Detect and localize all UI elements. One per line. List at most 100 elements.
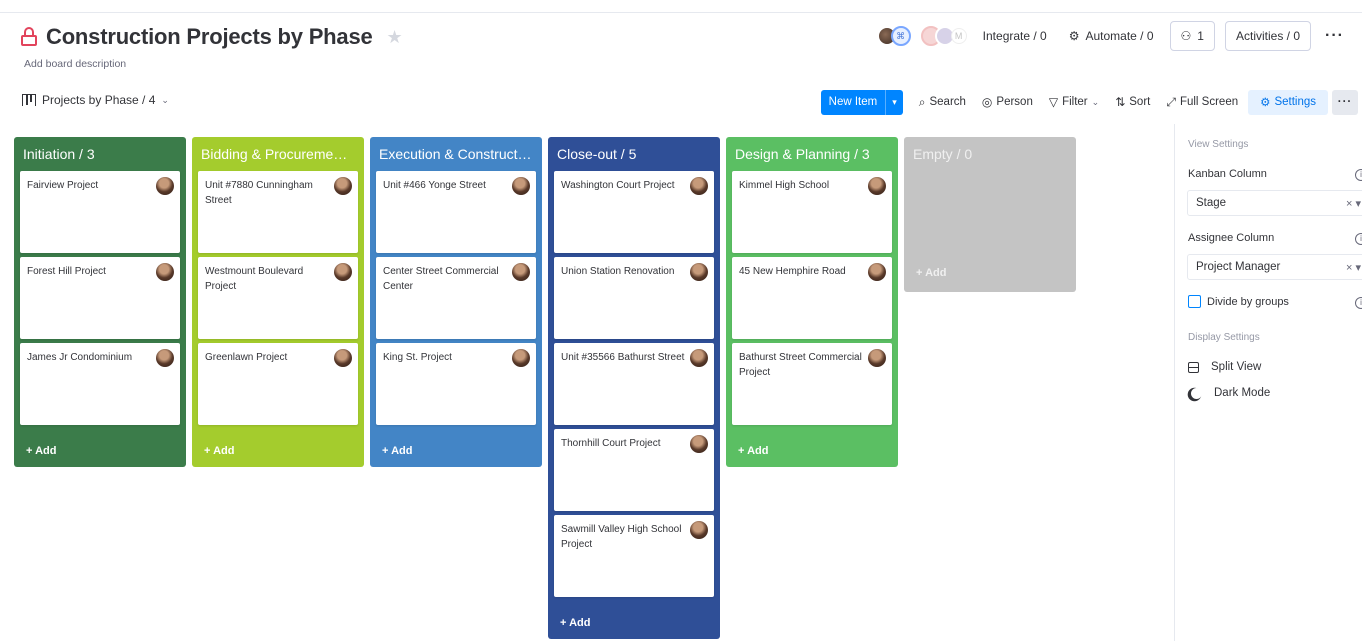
assignee-avatar[interactable] [512,177,530,195]
activities-label: Activities / 0 [1235,29,1301,43]
board-title[interactable]: Construction Projects by Phase [46,24,373,50]
kanban-column-select[interactable]: Stage × ▾ [1187,190,1362,216]
column-title[interactable]: Close-out / 5 [548,137,720,169]
subscribers[interactable]: M [920,26,967,46]
info-icon[interactable]: i [1355,297,1362,309]
add-item-button[interactable]: + Add [738,445,768,457]
assignee-avatar[interactable] [690,177,708,195]
card-title: Sawmill Valley High School Project [561,524,682,550]
kanban-card[interactable]: Kimmel High School [732,171,892,253]
kanban-card[interactable]: Union Station Renovation [554,257,714,339]
assignee-column-select[interactable]: Project Manager × ▾ [1187,254,1362,280]
add-item-button[interactable]: + Add [916,267,946,279]
kanban-card[interactable]: Forest Hill Project [20,257,180,339]
board-owners[interactable]: ⌘ [876,26,911,46]
board-description[interactable]: Add board description [24,58,126,70]
clear-icon[interactable]: × ▾ [1346,261,1361,274]
search-button[interactable]: ⌕ Search [913,90,972,115]
kanban-card[interactable]: King St. Project [376,343,536,425]
chevron-down-icon: ⌄ [161,94,169,105]
filter-button[interactable]: ▽ Filter ⌄ [1043,90,1105,115]
add-item-button[interactable]: + Add [26,445,56,457]
kanban-card[interactable]: Westmount Boulevard Project [198,257,358,339]
divide-by-groups-row[interactable]: Divide by groups [1188,295,1289,308]
dark-mode-option[interactable]: Dark Mode [1188,387,1270,399]
card-title: Forest Hill Project [27,266,106,277]
expand-icon: ⤢ [1166,94,1176,109]
add-item-button[interactable]: + Add [382,445,412,457]
card-title: Unit #35566 Bathurst Street [561,352,685,363]
star-icon[interactable]: ★ [387,27,403,48]
activities-button[interactable]: Activities / 0 [1224,21,1312,51]
assignee-avatar[interactable] [334,263,352,281]
automate-button[interactable]: ⚙ Automate / 0 [1063,21,1160,51]
person-icon: ◎ [981,95,993,109]
assignee-avatar[interactable] [690,435,708,453]
column-title[interactable]: Empty / 0 [904,137,1076,169]
kanban-card[interactable]: Unit #7880 Cunningham Street [198,171,358,253]
assignee-avatar[interactable] [334,349,352,367]
kanban-column: Close-out / 5 Washington Court Project Uni… [548,137,720,639]
add-item-button[interactable]: + Add [204,445,234,457]
clear-icon[interactable]: × ▾ [1346,197,1361,210]
kanban-card[interactable]: Bathurst Street Commercial Project [732,343,892,425]
sort-button[interactable]: ⇅ Sort [1109,90,1156,115]
card-title: Bathurst Street Commercial Project [739,352,862,378]
new-item-label: New Item [828,96,878,108]
assignee-avatar[interactable] [156,177,174,195]
kanban-column: Empty / 0 + Add [904,137,1076,292]
assignee-avatar[interactable] [156,263,174,281]
kanban-column: Design & Planning / 3 Kimmel High School 4… [726,137,898,467]
assignee-avatar[interactable] [868,177,886,195]
toolbar-more-icon[interactable]: ··· [1332,89,1358,115]
card-title: Unit #466 Yonge Street [383,180,486,191]
search-icon: ⌕ [918,94,926,109]
kanban-card[interactable]: Greenlawn Project [198,343,358,425]
chevron-down-icon[interactable]: ▾ [885,89,903,115]
kanban-card[interactable]: Unit #466 Yonge Street [376,171,536,253]
settings-button[interactable]: ⚙ Settings [1248,89,1328,115]
view-label: Projects by Phase / 4 [42,93,156,107]
kanban-card[interactable]: Fairview Project [20,171,180,253]
column-title[interactable]: Execution & Construction / 3 [370,137,542,169]
filter-icon: ▽ [1048,95,1059,109]
info-icon[interactable]: i [1355,233,1362,245]
assignee-avatar[interactable] [690,521,708,539]
assignee-avatar[interactable] [690,349,708,367]
add-item-button[interactable]: + Add [560,617,590,629]
card-title: Thornhill Court Project [561,438,661,449]
assignee-avatar[interactable] [334,177,352,195]
kanban-card[interactable]: Sawmill Valley High School Project [554,515,714,597]
split-view-option[interactable]: Split View [1188,361,1261,373]
full-screen-button[interactable]: ⤢ Full Screen [1160,90,1244,115]
info-icon[interactable]: i [1355,169,1362,181]
column-title[interactable]: Design & Planning / 3 [726,137,898,169]
kanban-card[interactable]: Center Street Commercial Center [376,257,536,339]
kanban-card[interactable]: Thornhill Court Project [554,429,714,511]
kanban-card[interactable]: Washington Court Project [554,171,714,253]
assignee-avatar[interactable] [690,263,708,281]
kanban-card[interactable]: 45 New Hemphire Road [732,257,892,339]
more-options-icon[interactable]: ··· [1321,27,1348,45]
assignee-avatar[interactable] [512,349,530,367]
avatar: M [950,28,967,44]
person-filter-button[interactable]: ◎ Person [976,90,1039,115]
column-title[interactable]: Initiation / 3 [14,137,186,169]
kanban-card[interactable]: Unit #35566 Bathurst Street [554,343,714,425]
assignee-avatar[interactable] [156,349,174,367]
integrate-button[interactable]: Integrate / 0 [977,21,1053,51]
assignee-avatar[interactable] [868,349,886,367]
filter-label: Filter [1062,96,1088,108]
card-title: King St. Project [383,352,452,363]
assignee-avatar[interactable] [868,263,886,281]
view-selector[interactable]: Projects by Phase / 4 ⌄ [22,93,169,107]
members-button[interactable]: ⚇ 1 [1169,21,1215,51]
kanban-column: Bidding & Procurement / 3 Unit #7880 Cunn… [192,137,364,467]
card-title: Kimmel High School [739,180,830,191]
kanban-card[interactable]: James Jr Condominium [20,343,180,425]
divide-by-groups-checkbox[interactable] [1188,295,1201,308]
assignee-avatar[interactable] [512,263,530,281]
board-header: Construction Projects by Phase ★ [20,24,403,50]
column-title[interactable]: Bidding & Procurement / 3 [192,137,364,169]
new-item-button[interactable]: New Item ▾ [820,89,903,115]
